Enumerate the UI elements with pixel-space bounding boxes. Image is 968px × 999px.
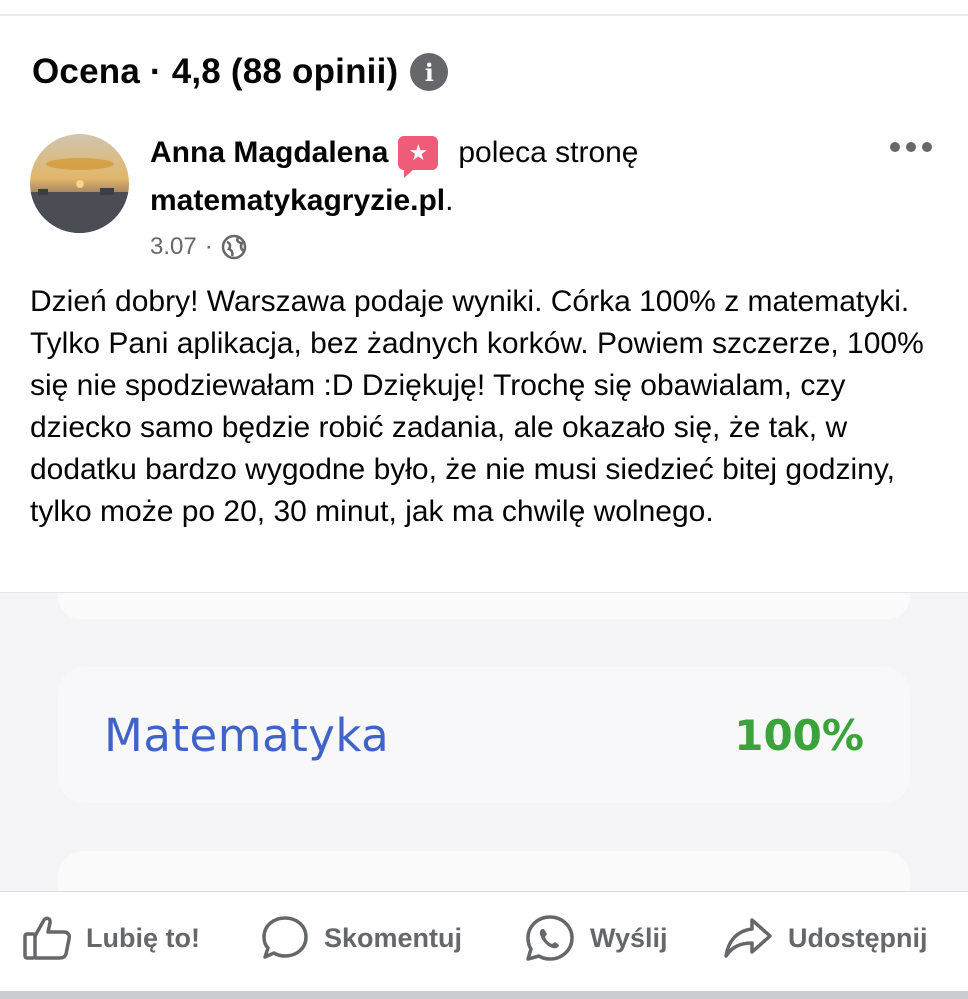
score-card: Matematyka 100% <box>58 667 910 803</box>
top-divider <box>0 14 968 16</box>
like-button[interactable]: Lubię to! <box>22 914 200 962</box>
whatsapp-icon <box>526 915 574 961</box>
share-button[interactable]: Udostępnij <box>722 914 928 962</box>
comment-button[interactable]: Skomentuj <box>260 914 462 962</box>
recommend-star-icon: ★ <box>398 136 439 178</box>
author-name[interactable]: Anna Magdalena <box>150 136 388 170</box>
avatar[interactable] <box>30 134 129 233</box>
rating-header: Ocena · 4,8 (88 opinii) i <box>32 52 449 92</box>
like-label: Lubię to! <box>86 922 200 953</box>
score-value: 100% <box>734 710 864 760</box>
globe-icon <box>221 234 246 260</box>
result-card-partial-bottom <box>58 851 910 892</box>
attached-screenshot[interactable]: Matematyka 100% <box>0 592 968 892</box>
page-name-line: matematykagryzie.pl. <box>150 184 453 218</box>
bottom-strip <box>0 991 968 999</box>
review-body: Dzień dobry! Warszawa podaje wyniki. Cór… <box>30 285 924 528</box>
info-icon[interactable]: i <box>410 53 449 91</box>
review-page: Ocena · 4,8 (88 opinii) i Anna Magdalena… <box>0 0 968 999</box>
rating-title: Ocena · 4,8 (88 opinii) <box>32 52 399 91</box>
send-label: Wyślij <box>590 922 668 953</box>
page-name-link[interactable]: matematykagryzie.pl <box>150 184 445 217</box>
action-bar: Lubię to! Skomentuj Wyślij Udostępnij <box>0 891 968 991</box>
post-date[interactable]: 3.07 <box>150 233 197 261</box>
meta-separator: · <box>204 233 213 260</box>
thumbs-up-icon <box>23 916 71 960</box>
author-line: Anna Magdalena ★ poleca stronę <box>150 136 639 178</box>
subject-label: Matematyka <box>104 708 390 762</box>
more-options-icon[interactable] <box>890 142 932 152</box>
share-arrow-icon <box>724 918 772 958</box>
result-card-partial-top <box>58 593 910 619</box>
page-name-suffix: . <box>445 184 454 217</box>
comment-label: Skomentuj <box>324 922 463 953</box>
send-button[interactable]: Wyślij <box>524 914 668 962</box>
share-label: Udostępnij <box>788 922 928 953</box>
comment-bubble-icon <box>262 916 308 959</box>
post-meta: 3.07 · <box>150 233 247 261</box>
avatar-sunset-image <box>30 134 129 233</box>
recommend-text: poleca stronę <box>458 136 639 169</box>
